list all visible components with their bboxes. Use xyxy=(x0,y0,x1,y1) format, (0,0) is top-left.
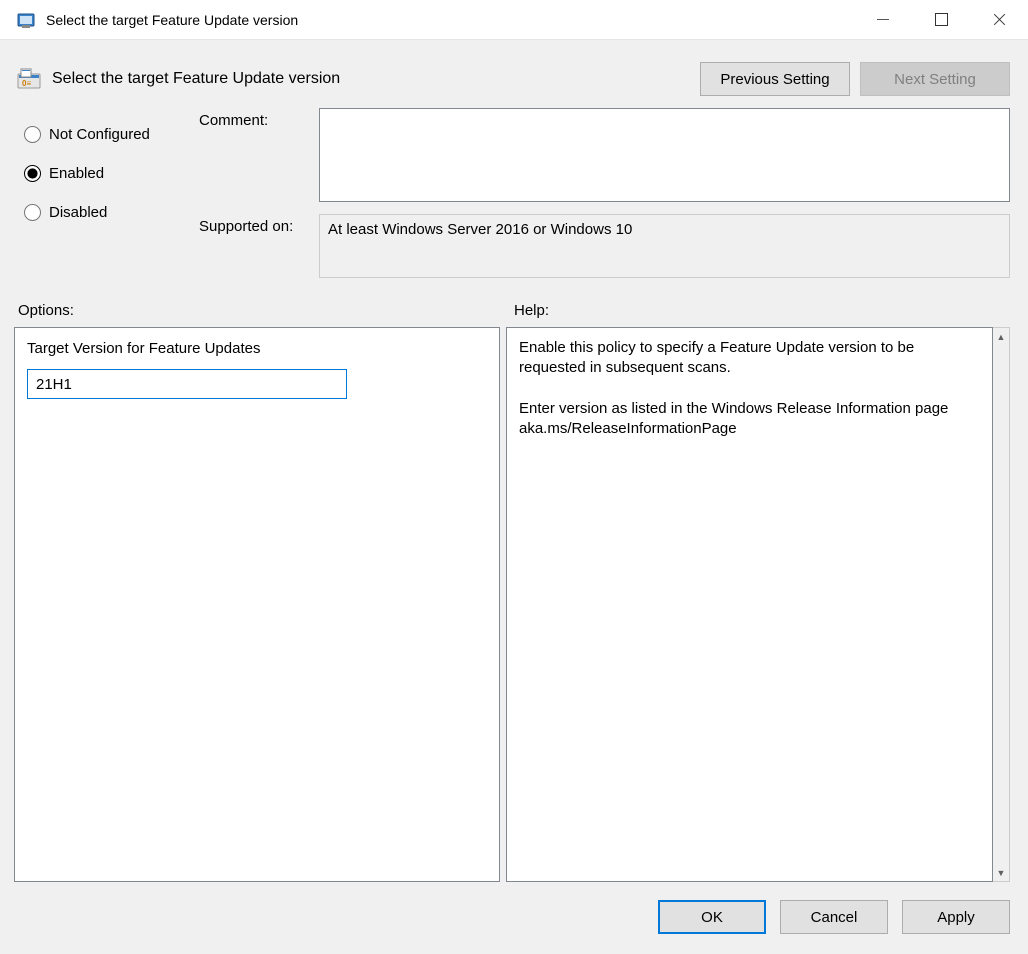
options-section-label: Options: xyxy=(18,302,504,319)
cancel-button[interactable]: Cancel xyxy=(780,900,888,934)
ok-button[interactable]: OK xyxy=(658,900,766,934)
help-section-label: Help: xyxy=(504,302,1010,319)
supported-on-text: At least Windows Server 2016 or Windows … xyxy=(319,214,1010,278)
comment-label: Comment: xyxy=(199,108,319,129)
radio-not-configured-label: Not Configured xyxy=(49,126,150,143)
footer: OK Cancel Apply xyxy=(0,896,1028,954)
svg-text:0≡: 0≡ xyxy=(22,79,31,88)
radio-enabled-label: Enabled xyxy=(49,165,104,182)
help-scrollbar[interactable]: ▲ ▼ xyxy=(993,327,1010,882)
radio-not-configured-input[interactable] xyxy=(24,126,41,143)
radio-disabled[interactable]: Disabled xyxy=(24,204,199,221)
apply-button[interactable]: Apply xyxy=(902,900,1010,934)
next-setting-button[interactable]: Next Setting xyxy=(860,62,1010,96)
policy-title: Select the target Feature Update version xyxy=(52,70,690,88)
target-version-label: Target Version for Feature Updates xyxy=(27,340,487,357)
maximize-button[interactable] xyxy=(912,0,970,39)
supported-on-label: Supported on: xyxy=(199,214,319,235)
minimize-button[interactable] xyxy=(854,0,912,39)
policy-icon: 0≡ xyxy=(16,66,42,92)
radio-disabled-input[interactable] xyxy=(24,204,41,221)
policy-header: 0≡ Select the target Feature Update vers… xyxy=(0,40,1028,104)
window-title: Select the target Feature Update version xyxy=(46,12,854,28)
scroll-up-icon[interactable]: ▲ xyxy=(993,328,1009,345)
help-pane: Enable this policy to specify a Feature … xyxy=(506,327,993,882)
target-version-input[interactable] xyxy=(27,369,347,399)
radio-enabled[interactable]: Enabled xyxy=(24,165,199,182)
radio-not-configured[interactable]: Not Configured xyxy=(24,126,199,143)
client-area: 0≡ Select the target Feature Update vers… xyxy=(0,40,1028,954)
window-icon xyxy=(16,10,36,30)
close-button[interactable] xyxy=(970,0,1028,39)
titlebar: Select the target Feature Update version xyxy=(0,0,1028,40)
radio-enabled-input[interactable] xyxy=(24,165,41,182)
previous-setting-button[interactable]: Previous Setting xyxy=(700,62,850,96)
options-pane: Target Version for Feature Updates xyxy=(14,327,500,882)
scroll-down-icon[interactable]: ▼ xyxy=(993,864,1009,881)
radio-disabled-label: Disabled xyxy=(49,204,107,221)
comment-input[interactable] xyxy=(319,108,1010,202)
